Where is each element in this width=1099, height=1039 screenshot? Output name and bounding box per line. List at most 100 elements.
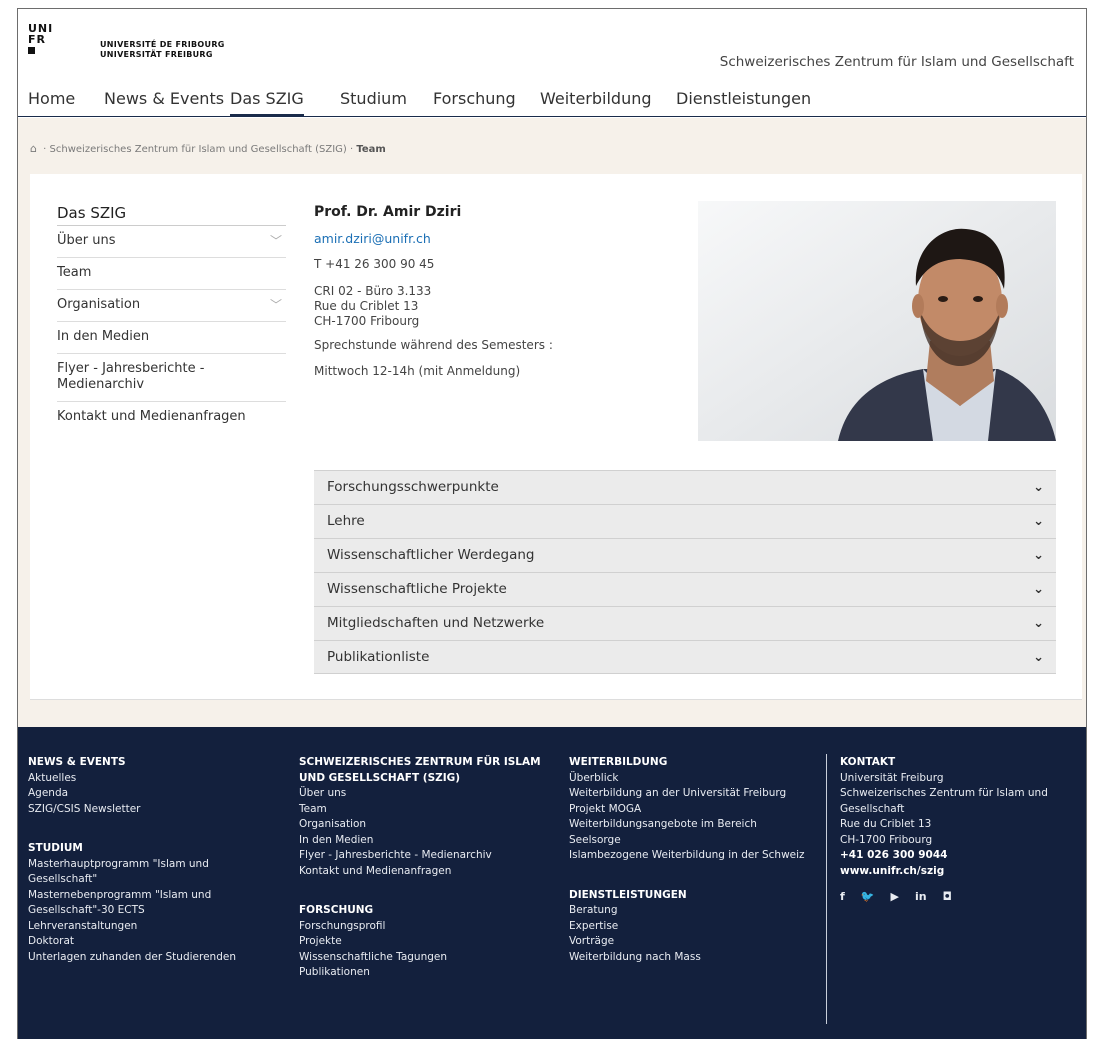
person-phone: T +41 26 300 90 45 <box>314 257 435 271</box>
footer-link[interactable]: Weiterbildungsangebote im Bereich Seelso… <box>569 817 784 848</box>
footer-divider <box>826 754 827 1024</box>
footer-heading-forschung[interactable]: FORSCHUNG <box>299 903 564 919</box>
chevron-down-icon[interactable]: ⌄ <box>1033 505 1044 538</box>
footer-link[interactable]: In den Medien <box>299 833 564 849</box>
footer-link[interactable]: Islambezogene Weiterbildung in der Schwe… <box>569 848 821 864</box>
footer-link[interactable]: Aktuelles <box>28 771 268 787</box>
footer-link[interactable]: Flyer - Jahresberichte - Medienarchiv <box>299 848 564 864</box>
facebook-icon[interactable]: f <box>840 889 845 905</box>
footer-link[interactable]: Weiterbildung nach Mass <box>569 950 821 966</box>
footer-contact-line: CH-1700 Fribourg <box>840 833 933 846</box>
person-hours: Mittwoch 12-14h (mit Anmeldung) <box>314 364 521 378</box>
footer-heading-kontakt: KONTAKT <box>840 756 896 768</box>
twitter-icon[interactable]: 🐦 <box>861 889 875 905</box>
chevron-down-icon[interactable]: ﹀ <box>270 233 282 249</box>
footer-col-news-studium: NEWS & EVENTS Aktuelles Agenda SZIG/CSIS… <box>28 755 268 965</box>
footer-heading-studium[interactable]: STUDIUM <box>28 841 268 857</box>
home-icon[interactable]: ⌂ <box>30 142 37 155</box>
main-nav: Home News & Events Das SZIG Studium Fors… <box>18 88 1086 117</box>
site-title[interactable]: Schweizerisches Zentrum für Islam und Ge… <box>720 54 1074 70</box>
sidebar-item-team[interactable]: Team <box>57 258 286 290</box>
nav-home[interactable]: Home <box>28 88 75 116</box>
footer-link[interactable]: Agenda <box>28 786 268 802</box>
footer-link[interactable]: Team <box>299 802 564 818</box>
footer-link[interactable]: Doktorat <box>28 934 268 950</box>
chevron-down-icon[interactable]: ⌄ <box>1033 641 1044 674</box>
footer-link[interactable]: Projekte <box>299 934 564 950</box>
footer-link[interactable]: Beratung <box>569 903 821 919</box>
footer-link[interactable]: Publikationen <box>299 965 564 981</box>
person-office: CRI 02 - Büro 3.133 <box>314 284 432 298</box>
footer-link[interactable]: Expertise <box>569 919 821 935</box>
sidebar-item-label: In den Medien <box>57 329 150 344</box>
footer-link[interactable]: Organisation <box>299 817 564 833</box>
footer-contact-line: Schweizerisches Zentrum für Islam und Ge… <box>840 787 1048 815</box>
nav-news-events[interactable]: News & Events <box>104 88 224 116</box>
footer-link[interactable]: Forschungsprofil <box>299 919 564 935</box>
chevron-down-icon[interactable]: ⌄ <box>1033 607 1044 640</box>
footer-link[interactable]: Unterlagen zuhanden der Studierenden <box>28 950 268 966</box>
logo-mark-line2: FR <box>28 33 46 46</box>
accordion-publikationliste[interactable]: Publikationliste ⌄ <box>314 640 1056 674</box>
sidebar-item-label: Team <box>57 265 92 280</box>
content-card: Das SZIG Über uns ﹀ Team Organisation ﹀ … <box>30 174 1082 700</box>
youtube-icon[interactable]: ▶ <box>891 889 899 905</box>
breadcrumb-parent[interactable]: Schweizerisches Zentrum für Islam und Ge… <box>50 144 347 155</box>
accordion-projekte[interactable]: Wissenschaftliche Projekte ⌄ <box>314 572 1056 606</box>
sidebar-item-ueber-uns[interactable]: Über uns ﹀ <box>57 226 286 258</box>
accordion-mitgliedschaften[interactable]: Mitgliedschaften und Netzwerke ⌄ <box>314 606 1056 640</box>
accordion-label: Mitgliedschaften und Netzwerke <box>327 615 545 631</box>
footer-link[interactable]: Überblick <box>569 771 821 787</box>
sidebar-heading[interactable]: Das SZIG <box>57 204 286 226</box>
social-links: f 🐦 ▶ in ◘ <box>840 889 1080 905</box>
sidebar-item-kontakt[interactable]: Kontakt und Medienanfragen <box>57 402 286 433</box>
nav-dienstleistungen[interactable]: Dienstleistungen <box>676 88 811 116</box>
chevron-down-icon[interactable]: ⌄ <box>1033 539 1044 572</box>
sidebar-item-medien[interactable]: In den Medien <box>57 322 286 354</box>
footer-col-kontakt: KONTAKT Universität Freiburg Schweizeris… <box>840 755 1080 905</box>
footer-contact-web[interactable]: www.unifr.ch/szig <box>840 864 1080 880</box>
footer-heading-dienstleistungen[interactable]: DIENSTLEISTUNGEN <box>569 888 821 904</box>
chevron-down-icon[interactable]: ﹀ <box>270 297 282 313</box>
nav-studium[interactable]: Studium <box>340 88 407 116</box>
breadcrumb-current: Team <box>356 144 386 155</box>
logo-text-de: UNIVERSITÄT FREIBURG <box>100 50 213 59</box>
nav-forschung[interactable]: Forschung <box>433 88 516 116</box>
accordion-werdegang[interactable]: Wissenschaftlicher Werdegang ⌄ <box>314 538 1056 572</box>
footer-link[interactable]: Projekt MOGA <box>569 802 821 818</box>
person-details: Prof. Dr. Amir Dziri amir.dziri@unifr.ch… <box>314 204 684 379</box>
person-email-link[interactable]: amir.dziri@unifr.ch <box>314 231 684 246</box>
footer-link[interactable]: Vorträge <box>569 934 821 950</box>
footer-link[interactable]: Über uns <box>299 786 564 802</box>
nav-weiterbildung[interactable]: Weiterbildung <box>540 88 652 116</box>
footer-link[interactable]: Wissenschaftliche Tagungen <box>299 950 564 966</box>
chevron-down-icon[interactable]: ⌄ <box>1033 573 1044 606</box>
portrait-image <box>698 201 1056 441</box>
footer-link[interactable]: SZIG/CSIS Newsletter <box>28 802 268 818</box>
footer-link[interactable]: Weiterbildung an der Universität Freibur… <box>569 786 821 802</box>
chevron-down-icon[interactable]: ⌄ <box>1033 471 1044 504</box>
footer-heading-news[interactable]: NEWS & EVENTS <box>28 755 268 771</box>
sidebar-item-label: Flyer - Jahresberichte - Medienarchiv <box>57 361 205 392</box>
footer-contact-phone[interactable]: +41 026 300 9044 <box>840 848 1080 864</box>
nav-das-szig[interactable]: Das SZIG <box>230 88 304 116</box>
footer-heading-weiterbildung[interactable]: WEITERBILDUNG <box>569 755 821 771</box>
footer-link[interactable]: Masternebenprogramm "Islam und Gesellsch… <box>28 888 223 919</box>
footer-link[interactable]: Lehrveranstaltungen <box>28 919 268 935</box>
sidebar-item-flyer[interactable]: Flyer - Jahresberichte - Medienarchiv <box>57 354 286 402</box>
accordion-label: Wissenschaftlicher Werdegang <box>327 547 535 563</box>
logo-text-fr: UNIVERSITÉ DE FRIBOURG <box>100 40 225 49</box>
logo-mark: UNI FR <box>28 23 53 54</box>
breadcrumb-bar: ⌂ · Schweizerisches Zentrum für Islam un… <box>18 118 1086 174</box>
site-footer: NEWS & EVENTS Aktuelles Agenda SZIG/CSIS… <box>18 727 1086 1039</box>
sidebar-item-organisation[interactable]: Organisation ﹀ <box>57 290 286 322</box>
accordion-forschungsschwerpunkte[interactable]: Forschungsschwerpunkte ⌄ <box>314 470 1056 504</box>
footer-link[interactable]: Kontakt und Medienanfragen <box>299 864 564 880</box>
footer-link[interactable]: Masterhauptprogramm "Islam und Gesellsch… <box>28 857 223 888</box>
instagram-icon[interactable]: ◘ <box>943 889 952 905</box>
linkedin-icon[interactable]: in <box>915 889 927 905</box>
person-photo <box>698 201 1056 441</box>
accordion-lehre[interactable]: Lehre ⌄ <box>314 504 1056 538</box>
footer-heading-szig[interactable]: SCHWEIZERISCHES ZENTRUM FÜR ISLAM UND GE… <box>299 755 564 786</box>
person-hours-label: Sprechstunde während des Semesters : <box>314 338 553 352</box>
